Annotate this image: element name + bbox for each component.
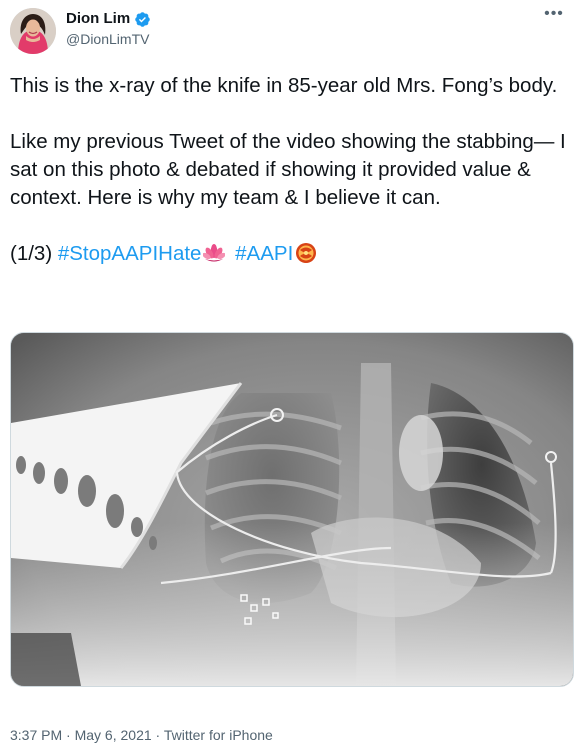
tweet-metadata: 3:37 PM · May 6, 2021 · Twitter for iPho… <box>10 726 273 744</box>
xray-image[interactable] <box>10 332 574 687</box>
tweet-date[interactable]: May 6, 2021 <box>75 727 152 743</box>
tweet-paragraph-1: This is the x-ray of the knife in 85-yea… <box>10 74 558 97</box>
tweet-hashtag-line: (1/3) #StopAAPIHate #AAPI <box>10 240 570 272</box>
author-display-name[interactable]: Dion Lim <box>66 9 130 29</box>
lotus-emoji-icon <box>202 242 227 272</box>
knot-emoji-icon <box>295 242 317 272</box>
verified-badge-icon <box>134 11 151 28</box>
hashtag-aapi[interactable]: #AAPI <box>235 242 293 265</box>
tweet-source[interactable]: Twitter for iPhone <box>164 727 273 743</box>
tweet-time[interactable]: 3:37 PM <box>10 727 62 743</box>
tweet-text: This is the x-ray of the knife in 85-yea… <box>10 72 570 272</box>
meta-separator: · <box>66 727 71 743</box>
thread-marker: (1/3) <box>10 242 53 265</box>
author-name-row: Dion Lim <box>66 9 151 29</box>
meta-separator: · <box>155 727 161 743</box>
avatar[interactable] <box>10 8 56 54</box>
more-options-icon[interactable]: ••• <box>539 4 569 28</box>
tweet-paragraph-2: Like my previous Tweet of the video show… <box>10 130 566 209</box>
author-handle[interactable]: @DionLimTV <box>66 30 149 48</box>
hashtag-stopaapihate[interactable]: #StopAAPIHate <box>58 242 202 265</box>
tweet: Dion Lim @DionLimTV ••• This is the x-ra… <box>0 0 583 751</box>
